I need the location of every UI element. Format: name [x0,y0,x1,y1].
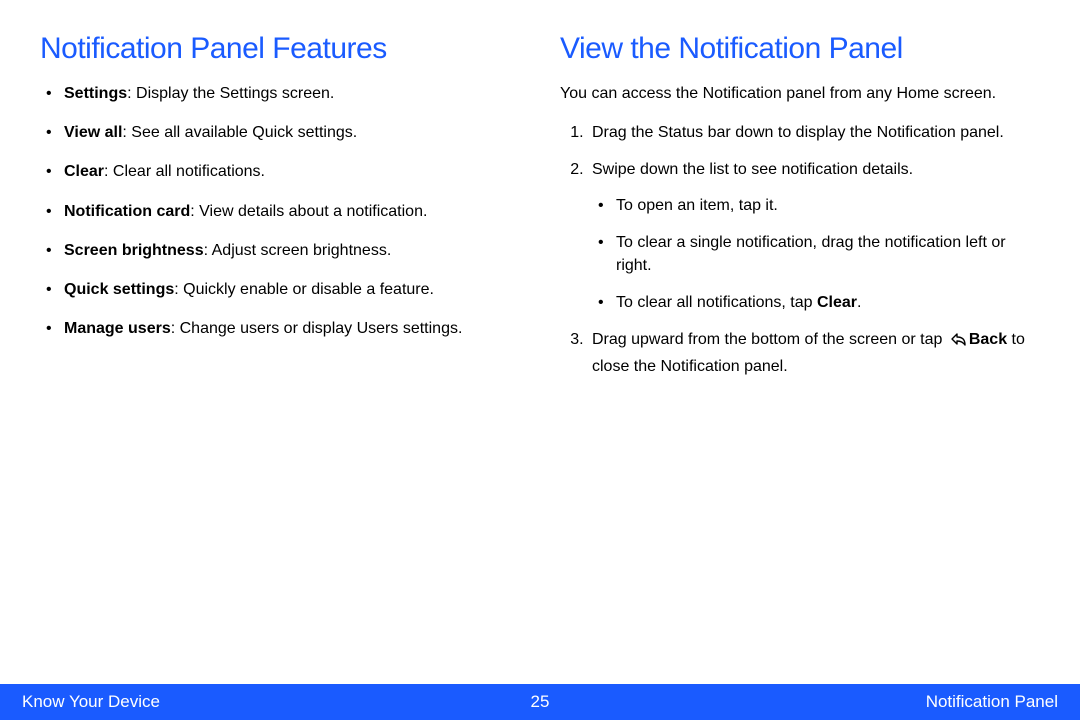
sub3-post: . [857,294,861,311]
term: Settings [64,85,127,102]
term: Manage users [64,320,171,337]
sub3-pre: To clear all notifications, tap [616,294,817,311]
feature-list: Settings: Display the Settings screen. V… [40,82,520,340]
desc: : Change users or display Users settings… [171,320,463,337]
list-item: Settings: Display the Settings screen. [40,82,520,105]
footer-left: Know Your Device [22,692,160,712]
step2-text: Swipe down the list to see notification … [592,161,913,178]
term: Screen brightness [64,242,204,259]
desc: : See all available Quick settings. [122,124,357,141]
list-item: View all: See all available Quick settin… [40,121,520,144]
term: Notification card [64,203,190,220]
footer-bar: Know Your Device 25 Notification Panel [0,684,1080,720]
term: Quick settings [64,281,174,298]
desc: : Display the Settings screen. [127,85,334,102]
sub-item: To open an item, tap it. [592,194,1040,217]
sub-item: To clear all notifications, tap Clear. [592,291,1040,314]
step-item: Drag upward from the bottom of the scree… [588,328,1040,377]
sub3-bold: Clear [817,294,857,311]
right-column: View the Notification Panel You can acce… [560,32,1040,392]
list-item: Notification card: View details about a … [40,200,520,223]
term: Clear [64,163,104,180]
term: View all [64,124,122,141]
footer-right: Notification Panel [926,692,1058,712]
back-icon [947,331,967,354]
left-heading: Notification Panel Features [40,32,520,66]
list-item: Screen brightness: Adjust screen brightn… [40,239,520,262]
list-item: Manage users: Change users or display Us… [40,317,520,340]
right-heading: View the Notification Panel [560,32,1040,66]
left-column: Notification Panel Features Settings: Di… [40,32,520,392]
sub-item: To clear a single notification, drag the… [592,231,1040,277]
desc: : Clear all notifications. [104,163,265,180]
desc: : Quickly enable or disable a feature. [174,281,434,298]
step-item: Swipe down the list to see notification … [588,158,1040,314]
list-item: Clear: Clear all notifications. [40,160,520,183]
step3-bold: Back [969,331,1007,348]
list-item: Quick settings: Quickly enable or disabl… [40,278,520,301]
sub-list: To open an item, tap it. To clear a sing… [592,194,1040,315]
steps-list: Drag the Status bar down to display the … [560,121,1040,378]
step3-pre: Drag upward from the bottom of the scree… [592,331,947,348]
page-number: 25 [531,692,550,712]
step-item: Drag the Status bar down to display the … [588,121,1040,144]
desc: : Adjust screen brightness. [204,242,392,259]
desc: : View details about a notification. [190,203,427,220]
intro-text: You can access the Notification panel fr… [560,82,1040,105]
